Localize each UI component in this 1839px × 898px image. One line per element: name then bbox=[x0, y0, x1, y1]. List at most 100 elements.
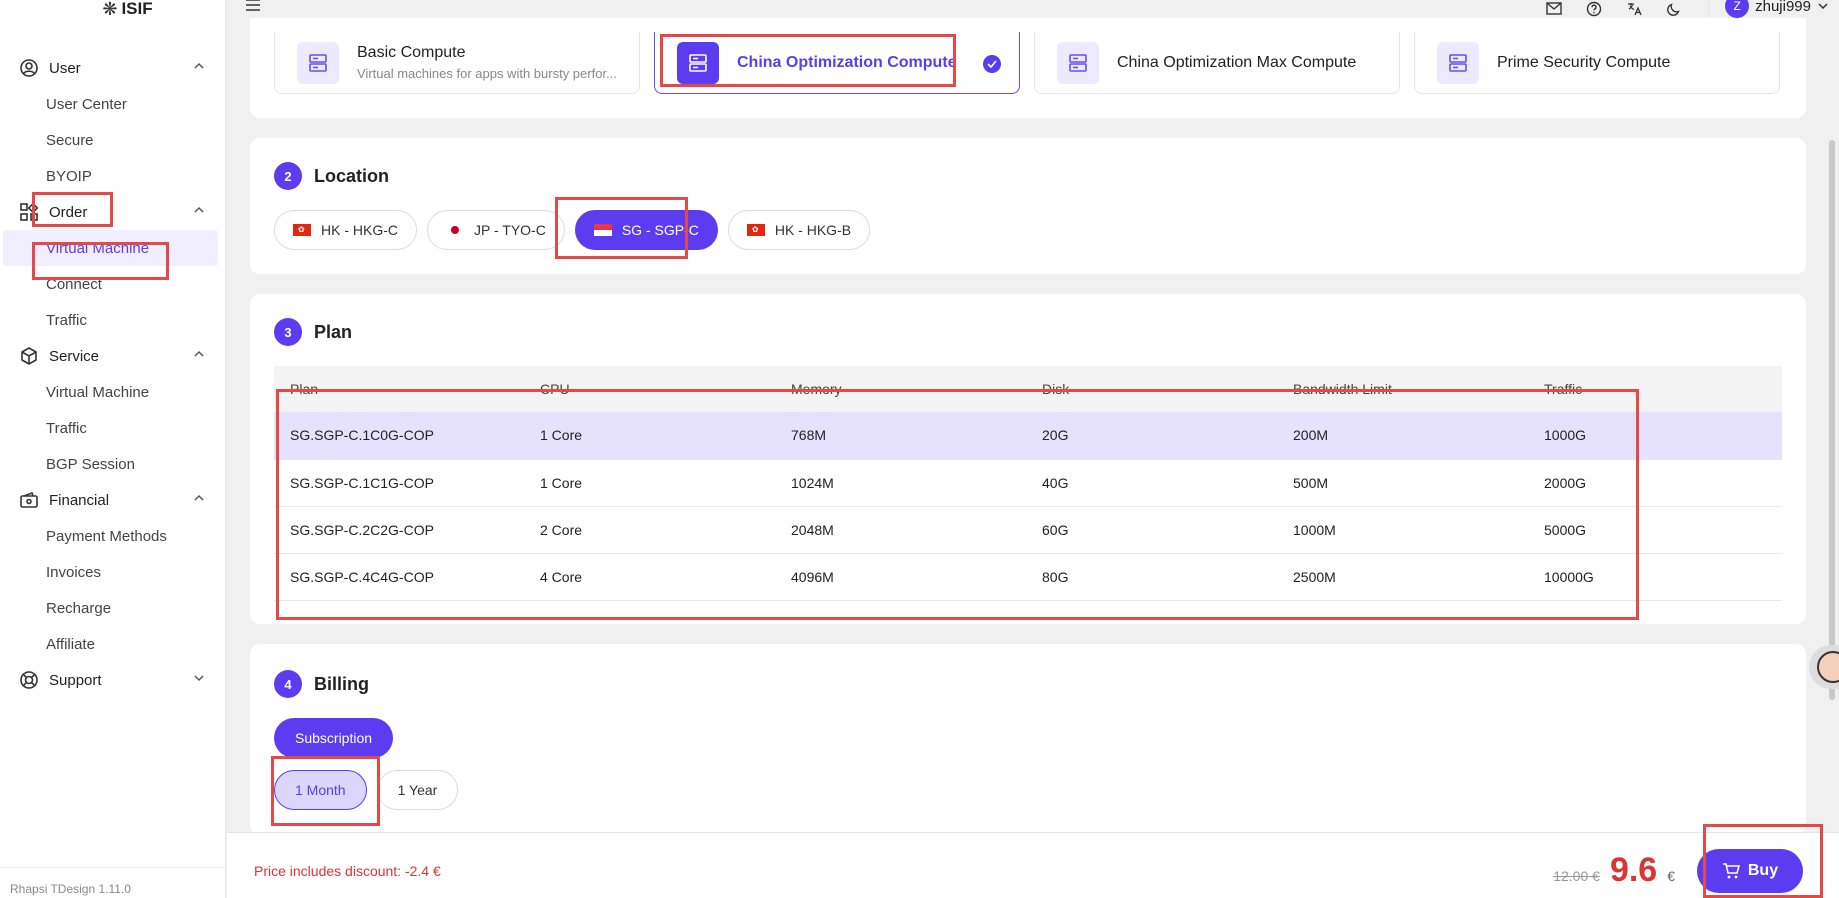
sidebar-group-label: Financial bbox=[49, 491, 110, 509]
compute-option-name: China Optimization Compute bbox=[737, 53, 957, 71]
jp-flag-icon bbox=[446, 224, 464, 236]
table-row[interactable]: SG.SGP-C.1C0G-COP 1 Core 768M 20G 200M 1… bbox=[274, 412, 1782, 460]
compute-option-china-optimization-max[interactable]: China Optimization Max Compute bbox=[1034, 32, 1400, 94]
location-option-sg-sgp-c[interactable]: SG - SGP-C bbox=[574, 210, 718, 250]
user-menu[interactable]: Z zhuji999 bbox=[1708, 0, 1829, 18]
cube-icon bbox=[18, 345, 40, 367]
grid-icon bbox=[18, 201, 40, 223]
billing-heading: 4 Billing bbox=[274, 670, 369, 698]
compute-option-basic[interactable]: Basic Compute Virtual machines for apps w… bbox=[274, 32, 640, 94]
table-cell: 10000G bbox=[1528, 553, 1782, 601]
plan-table: Plan CPU Memory Disk Bandwidth Limit Tra… bbox=[274, 366, 1782, 601]
hk-flag-icon bbox=[293, 224, 311, 236]
sidebar-item-invoices[interactable]: Invoices bbox=[0, 554, 226, 590]
help-icon[interactable] bbox=[1574, 1, 1614, 17]
hk-flag-icon bbox=[746, 224, 765, 236]
user-icon bbox=[18, 57, 40, 79]
sidebar-group-financial[interactable]: Financial bbox=[0, 482, 226, 518]
location-label: HK - HKG-C bbox=[321, 222, 398, 238]
sidebar-item-service-traffic[interactable]: Traffic bbox=[0, 410, 226, 446]
assistant-avatar[interactable] bbox=[1809, 645, 1839, 689]
table-cell: 2048M bbox=[775, 506, 1026, 554]
table-row[interactable]: SG.SGP-C.1C1G-COP 1 Core 1024M 40G 500M … bbox=[274, 459, 1782, 507]
table-cell: SG.SGP-C.2C2G-COP bbox=[274, 506, 524, 554]
sidebar-item-order-virtual-machine[interactable]: Virtual Machine bbox=[3, 230, 218, 266]
table-cell: 40G bbox=[1026, 459, 1277, 507]
wallet-icon bbox=[18, 489, 40, 511]
new-price: 9.6 bbox=[1609, 851, 1658, 889]
currency: € bbox=[1667, 868, 1675, 884]
sidebar-group-support[interactable]: Support bbox=[0, 662, 226, 698]
chevron-up-icon bbox=[194, 350, 204, 357]
lifebuoy-icon bbox=[18, 669, 40, 691]
sidebar-item-bgp-session[interactable]: BGP Session bbox=[0, 446, 226, 482]
old-price: 12.00 € bbox=[1553, 868, 1600, 884]
cart-icon bbox=[1722, 863, 1740, 879]
sidebar-item-payment-methods[interactable]: Payment Methods bbox=[0, 518, 226, 554]
sidebar-group-user[interactable]: User bbox=[0, 50, 226, 86]
check-icon bbox=[983, 55, 1001, 73]
compute-option-name: Prime Security Compute bbox=[1497, 53, 1671, 71]
sidebar-item-connect[interactable]: Connect bbox=[0, 266, 226, 302]
menu-icon[interactable] bbox=[245, 0, 261, 17]
mail-icon[interactable] bbox=[1534, 2, 1574, 16]
period-1-month[interactable]: 1 Month bbox=[274, 770, 367, 810]
table-cell: 80G bbox=[1026, 553, 1277, 601]
billing-card: 4 Billing Subscription 1 Month 1 Year bbox=[250, 644, 1806, 834]
sidebar-item-service-virtual-machine[interactable]: Virtual Machine bbox=[0, 374, 226, 410]
location-label: HK - HKG-B bbox=[774, 222, 852, 238]
buy-button[interactable]: Buy bbox=[1697, 849, 1803, 893]
sidebar-group-label: User bbox=[49, 59, 81, 77]
sidebar-group-service[interactable]: Service bbox=[0, 338, 226, 374]
table-row[interactable]: SG.SGP-C.4C4G-COP 4 Core 4096M 80G 2500M… bbox=[274, 553, 1782, 601]
divider bbox=[0, 867, 226, 868]
assistant-face-icon bbox=[1817, 651, 1839, 683]
location-option-jp-tyo-c[interactable]: JP - TYO-C bbox=[427, 210, 565, 250]
sidebar-item-order-traffic[interactable]: Traffic bbox=[0, 302, 226, 338]
table-row[interactable]: SG.SGP-C.2C2G-COP 2 Core 2048M 60G 1000M… bbox=[274, 506, 1782, 554]
avatar: Z bbox=[1725, 0, 1750, 18]
location-heading: 2 Location bbox=[274, 162, 389, 190]
period-1-year[interactable]: 1 Year bbox=[376, 770, 459, 810]
sidebar: ❋ ISIF User User Center Secure BYOIP Ord… bbox=[0, 0, 226, 898]
translate-icon[interactable] bbox=[1614, 1, 1654, 17]
location-option-hk-hkg-c[interactable]: HK - HKG-C bbox=[274, 210, 417, 250]
compute-type-card: Basic Compute Virtual machines for apps w… bbox=[250, 18, 1806, 118]
sidebar-group-order[interactable]: Order bbox=[0, 194, 226, 230]
step-number: 3 bbox=[274, 318, 302, 346]
location-option-hk-hkg-b[interactable]: HK - HKG-B bbox=[727, 210, 871, 250]
table-cell: 1000M bbox=[1277, 506, 1528, 554]
sidebar-item-affiliate[interactable]: Affiliate bbox=[0, 626, 226, 662]
sidebar-item-secure[interactable]: Secure bbox=[0, 122, 226, 158]
compute-option-name: Basic Compute bbox=[357, 44, 466, 61]
sidebar-item-byoip[interactable]: BYOIP bbox=[0, 158, 226, 194]
app-logo[interactable]: ❋ ISIF bbox=[30, 0, 225, 19]
table-cell: SG.SGP-C.4C4G-COP bbox=[274, 553, 524, 601]
column-header: Plan bbox=[274, 366, 524, 412]
plan-card: 3 Plan Plan CPU Memory Disk Bandwidth Li… bbox=[250, 294, 1806, 624]
sidebar-group-label: Service bbox=[49, 347, 100, 365]
sidebar-item-recharge[interactable]: Recharge bbox=[0, 590, 226, 626]
table-cell: 5000G bbox=[1528, 506, 1782, 554]
table-header-row: Plan CPU Memory Disk Bandwidth Limit Tra… bbox=[274, 366, 1782, 412]
logo-text: ISIF bbox=[121, 0, 153, 18]
compute-option-prime-security[interactable]: Prime Security Compute bbox=[1414, 32, 1780, 94]
sidebar-group-label: Order bbox=[49, 203, 88, 221]
table-cell: SG.SGP-C.1C1G-COP bbox=[274, 459, 524, 507]
sidebar-item-user-center[interactable]: User Center bbox=[0, 86, 226, 122]
plan-heading: 3 Plan bbox=[274, 318, 352, 346]
moon-icon[interactable] bbox=[1654, 1, 1694, 17]
table-cell: 2500M bbox=[1277, 553, 1528, 601]
scrollbar-thumb[interactable] bbox=[1829, 140, 1835, 700]
table-cell: 2 Core bbox=[524, 506, 775, 554]
table-cell: 20G bbox=[1026, 412, 1277, 460]
table-cell: 1 Core bbox=[524, 459, 775, 507]
compute-option-china-optimization[interactable]: China Optimization Compute bbox=[654, 32, 1020, 94]
page-scrollbar[interactable] bbox=[1825, 20, 1839, 830]
subscription-button[interactable]: Subscription bbox=[274, 718, 394, 758]
sg-flag-icon bbox=[593, 224, 612, 236]
compute-option-name: China Optimization Max Compute bbox=[1117, 53, 1357, 71]
billing-periods: 1 Month 1 Year bbox=[274, 770, 459, 810]
checkout-bar: Price includes discount: -2.4 € 12.00 € … bbox=[227, 832, 1839, 898]
chevron-down-icon bbox=[194, 675, 204, 682]
